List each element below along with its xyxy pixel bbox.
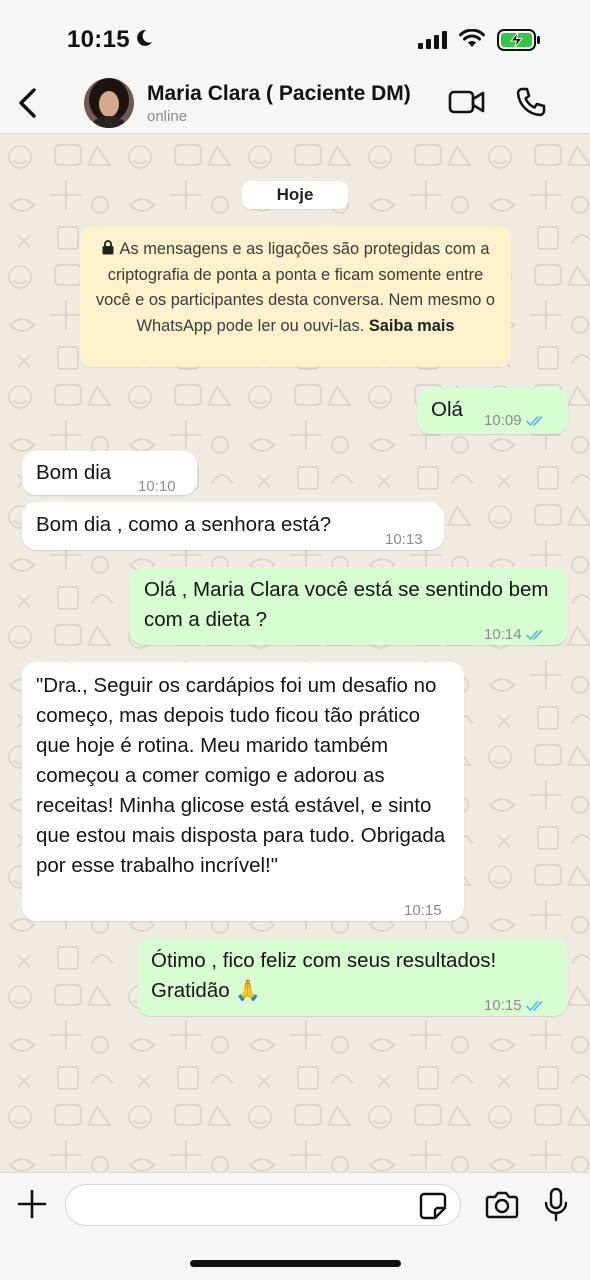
plus-icon[interactable] bbox=[17, 1189, 47, 1219]
message-time: 10:15 bbox=[404, 902, 442, 919]
message-meta: 10:13 bbox=[385, 525, 423, 555]
message-meta: 10:09 bbox=[484, 406, 546, 436]
chat-header: Maria Clara ( Paciente DM) online bbox=[0, 72, 590, 134]
message-time: 10:15 bbox=[484, 997, 522, 1014]
message-incoming[interactable]: Bom dia 10:10 bbox=[22, 451, 197, 495]
status-bar: 10:15 bbox=[0, 0, 590, 72]
wifi-icon bbox=[459, 29, 485, 47]
message-time: 10:09 bbox=[484, 412, 522, 429]
message-text: "Dra., Seguir os cardápios foi um desafi… bbox=[36, 674, 446, 877]
message-time: 10:14 bbox=[484, 626, 522, 643]
read-ticks-icon bbox=[525, 416, 542, 426]
message-time: 10:13 bbox=[385, 531, 423, 548]
date-separator: Hoje bbox=[242, 181, 348, 209]
message-input[interactable] bbox=[65, 1184, 461, 1226]
contact-photo bbox=[84, 78, 134, 128]
read-ticks-icon bbox=[525, 1001, 542, 1011]
message-meta: 10:10 bbox=[138, 472, 176, 502]
message-time: 10:10 bbox=[138, 478, 176, 495]
learn-more-link[interactable]: Saiba mais bbox=[369, 317, 455, 335]
chevron-left-icon[interactable] bbox=[14, 86, 40, 120]
lock-icon bbox=[102, 240, 114, 255]
chat-area[interactable]: Hoje As mensagens e as ligações são prot… bbox=[0, 135, 590, 1172]
message-meta: 10:15 bbox=[484, 991, 546, 1021]
message-composer bbox=[0, 1172, 590, 1280]
message-text: Olá bbox=[431, 398, 463, 421]
message-meta: 10:14 bbox=[484, 620, 546, 650]
message-text: Bom dia bbox=[36, 461, 112, 484]
video-call-icon[interactable] bbox=[448, 88, 486, 116]
microphone-icon[interactable] bbox=[543, 1187, 569, 1223]
contact-name[interactable]: Maria Clara ( Paciente DM) bbox=[147, 82, 411, 106]
message-incoming[interactable]: "Dra., Seguir os cardápios foi um desafi… bbox=[22, 662, 464, 921]
message-outgoing[interactable]: Ótimo , fico feliz com seus resultados! … bbox=[137, 938, 568, 1016]
sticker-icon[interactable] bbox=[419, 1192, 447, 1220]
battery-charging-icon bbox=[497, 29, 540, 51]
phone-icon[interactable] bbox=[515, 86, 547, 118]
cellular-signal-icon bbox=[418, 31, 447, 49]
contact-status: online bbox=[147, 108, 188, 125]
message-outgoing[interactable]: Olá , Maria Clara você está se sentindo … bbox=[130, 567, 568, 645]
message-incoming[interactable]: Bom dia , como a senhora está? 10:13 bbox=[22, 502, 444, 550]
status-time: 10:15 bbox=[67, 26, 130, 53]
message-text: Bom dia , como a senhora está? bbox=[36, 513, 332, 536]
home-indicator bbox=[190, 1260, 401, 1267]
read-ticks-icon bbox=[525, 630, 542, 640]
message-outgoing[interactable]: Olá 10:09 bbox=[417, 388, 568, 434]
avatar[interactable] bbox=[84, 78, 134, 128]
camera-icon[interactable] bbox=[485, 1190, 519, 1220]
message-meta: 10:15 bbox=[404, 896, 442, 926]
moon-icon bbox=[137, 29, 152, 46]
encryption-notice[interactable]: As mensagens e as ligações são protegida… bbox=[80, 226, 511, 367]
